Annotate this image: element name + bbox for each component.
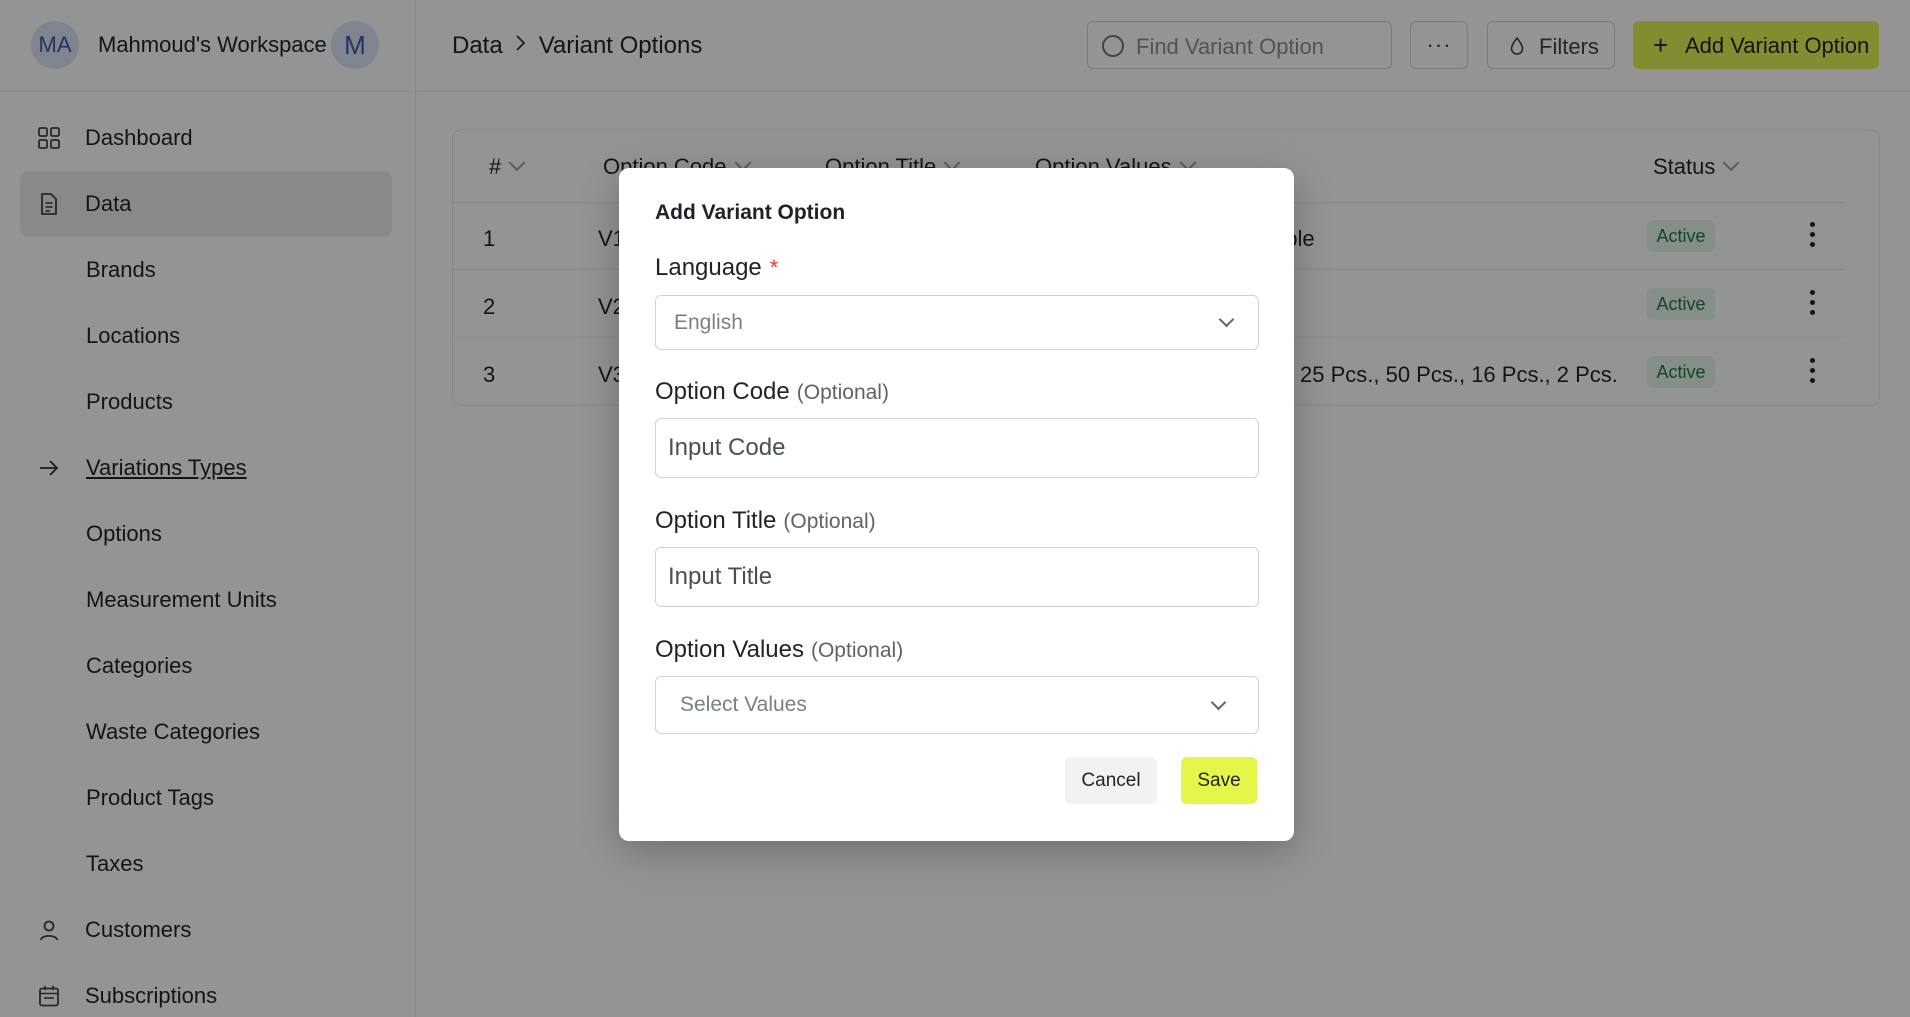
chevron-down-icon (1210, 694, 1227, 711)
save-button[interactable]: Save (1181, 757, 1257, 804)
add-variant-option-dialog: Add Variant Option Language * English Op… (619, 168, 1294, 841)
option-title-input[interactable] (668, 548, 1248, 606)
cancel-button[interactable]: Cancel (1065, 757, 1157, 804)
field-label: Option Title (655, 507, 777, 534)
chevron-down-icon (1218, 311, 1235, 328)
optional-hint: (Optional) (796, 381, 889, 404)
option-values-placeholder: Select Values (680, 693, 807, 716)
option-title-label: Option Title (Optional) (655, 507, 876, 535)
field-label: Language (655, 254, 762, 281)
language-label: Language * (655, 254, 778, 282)
option-values-label: Option Values (Optional) (655, 636, 903, 664)
language-select[interactable]: English (655, 295, 1259, 350)
optional-hint: (Optional) (810, 639, 904, 662)
option-code-input[interactable] (668, 419, 1248, 477)
option-code-field[interactable] (655, 418, 1259, 478)
option-title-field[interactable] (655, 547, 1259, 607)
option-code-label: Option Code (Optional) (655, 378, 889, 406)
optional-hint: (Optional) (783, 510, 876, 533)
field-label: Option Code (655, 378, 790, 405)
option-values-select[interactable]: Select Values (655, 676, 1259, 734)
language-value: English (674, 311, 743, 334)
required-mark: * (769, 255, 779, 280)
dialog-title: Add Variant Option (655, 201, 846, 224)
field-label: Option Values (655, 636, 804, 663)
